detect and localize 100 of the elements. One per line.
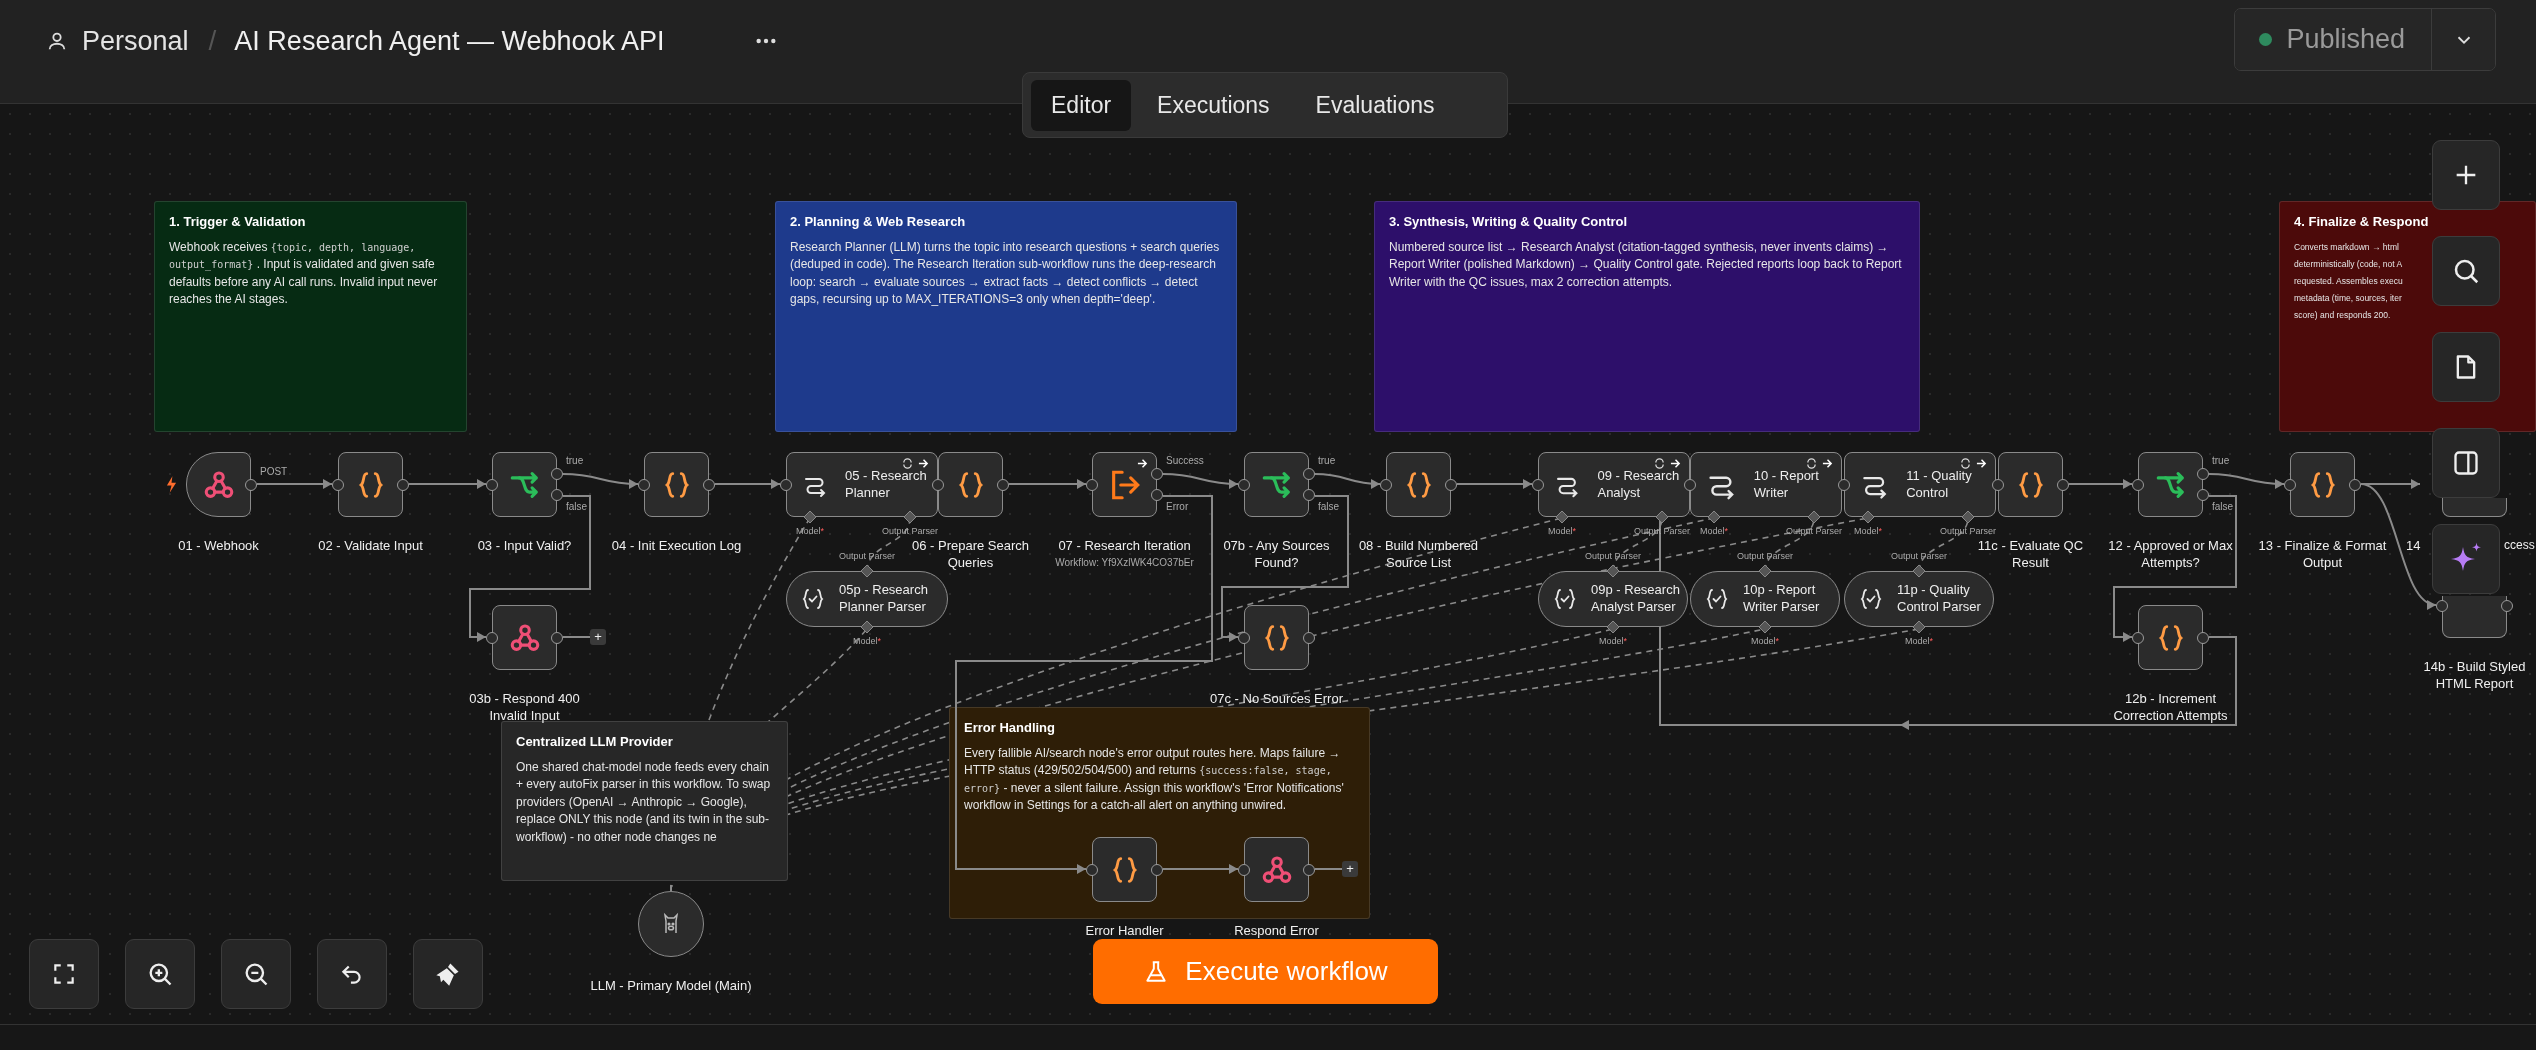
output-label: POST: [260, 464, 288, 479]
sticky-note[interactable]: 1. Trigger & Validation Webhook receives {topic, depth, language, output_format} . Input is validated and given safe defaults before any AI call runs. Invalid input never reaches the AI stages.: [154, 201, 467, 432]
workflow-node[interactable]: [2442, 596, 2507, 638]
output-label: false: [1318, 500, 1340, 514]
node-label: 04 - Init Execution Log: [611, 538, 742, 555]
workflow-node[interactable]: [338, 452, 403, 517]
zoom-out-button[interactable]: [221, 939, 291, 1009]
workflow-node[interactable]: 10p - Report Writer Parser: [1690, 571, 1840, 627]
workflow-node[interactable]: [938, 452, 1003, 517]
workflow-node[interactable]: [1244, 837, 1309, 902]
publish-button[interactable]: Published: [2235, 9, 2431, 70]
project-link[interactable]: Personal: [82, 25, 189, 57]
sticky-note[interactable]: [775, 201, 1237, 432]
note-text: Converts markdown → html deterministically (code, not A requested. Assembles execu metadata (time, sources, iter score) and responds 200.: [2294, 241, 2404, 322]
node-label: 10 - Report Writer: [1753, 467, 1820, 502]
connection-handle[interactable]: [904, 511, 916, 523]
handle-label: Model*: [1905, 635, 1933, 647]
connection-handle[interactable]: [1808, 511, 1820, 523]
zoom-in-button[interactable]: [125, 939, 195, 1009]
workflow-node[interactable]: 11 - Quality Control: [1844, 452, 1996, 517]
note-text: Every fallible AI/search node's error output routes here. Maps failure → HTTP status (429/502/504/500) and returns {success:false, stage, error} - never a silent failure. Assign this workflow's 'Error Notifications' workflow in Settings for a catch-all alert on anything unwired.: [964, 745, 1345, 815]
add-node-button[interactable]: +: [590, 629, 606, 645]
view-tab[interactable]: Executions: [1137, 79, 1290, 131]
workflow-title[interactable]: AI Research Agent — Webhook API: [234, 25, 665, 57]
node-label: 14: [2406, 538, 2421, 555]
workflow-node[interactable]: [186, 452, 251, 517]
connection-handle[interactable]: [804, 511, 816, 523]
workflow-node[interactable]: [2138, 605, 2203, 670]
connection-line: [714, 479, 781, 489]
note-title: 1. Trigger & Validation: [169, 214, 307, 229]
workflow-node[interactable]: [1386, 452, 1451, 517]
view-tab[interactable]: Evaluations: [1295, 79, 1455, 131]
loop-icon: [1960, 458, 1971, 469]
undo-button[interactable]: [317, 939, 387, 1009]
workflow-node[interactable]: [2290, 452, 2355, 517]
handle-label: Output Parser: [1737, 550, 1793, 562]
node-label: 07c - No Sources Error: [1210, 691, 1343, 708]
workflow-node[interactable]: [644, 452, 709, 517]
node-label: 01 - Webhook: [178, 538, 259, 555]
workflow-node[interactable]: [1092, 837, 1157, 902]
node-label: 09 - Research Analyst: [1597, 467, 1681, 502]
node-label: 06 - Prepare Search Queries: [910, 538, 1031, 572]
connection-line: [1314, 473, 1381, 489]
connection-handle[interactable]: [1962, 511, 1974, 523]
sticky-note[interactable]: [1374, 201, 1920, 432]
panel-toggle-button[interactable]: [2432, 428, 2500, 498]
connection-handle[interactable]: [861, 621, 873, 633]
connection-handle[interactable]: [1708, 511, 1720, 523]
add-node-button[interactable]: +: [1342, 861, 1358, 877]
search-button[interactable]: [2432, 236, 2500, 306]
connection-handle[interactable]: [1759, 621, 1771, 633]
connection-handle[interactable]: [1607, 565, 1619, 577]
handle-label: Model*: [796, 525, 824, 537]
connection-handle[interactable]: [1913, 621, 1925, 633]
workflow-node[interactable]: 09p - Research Analyst Parser: [1538, 571, 1688, 627]
handle-label: Output Parser: [1891, 550, 1947, 562]
node-label: 02 - Validate Input: [318, 538, 423, 555]
workflow-node[interactable]: 11p - Quality Control Parser: [1844, 571, 1994, 627]
note-text: Numbered source list → Research Analyst (citation-tagged synthesis, never invents claims) → Report Writer (polished Markdown) → Quality Control gate. Rejected reports loop back to Report Writer with the QC issues, max 2 correction attempts.: [1389, 239, 1903, 291]
arrow-right-icon: [1976, 458, 1987, 469]
fit-view-icon: [51, 961, 77, 987]
workflow-node[interactable]: [1244, 605, 1309, 670]
more-icon[interactable]: [754, 37, 777, 45]
output-label: true: [1318, 454, 1336, 468]
sticky-note[interactable]: [501, 721, 788, 881]
tidy-up-button[interactable]: [413, 939, 483, 1009]
connection-handle[interactable]: [1556, 511, 1568, 523]
workflow-node[interactable]: 05p - Research Planner Parser: [786, 571, 948, 627]
note-title: 2. Planning & Web Research: [790, 214, 967, 229]
connection-handle[interactable]: [1607, 621, 1619, 633]
ai-assistant-button[interactable]: [2432, 524, 2500, 594]
workflow-node[interactable]: [492, 605, 557, 670]
node-label: 03 - Input Valid?: [477, 538, 572, 555]
connection-handle[interactable]: [1862, 511, 1874, 523]
node-label: 12 - Approved or Max Attempts?: [2107, 538, 2234, 572]
add-node-button[interactable]: [2432, 140, 2500, 210]
output-label: Error: [1166, 500, 1189, 514]
workflow-node[interactable]: [1998, 452, 2063, 517]
workflow-node[interactable]: [1244, 452, 1309, 517]
sticky-note-button[interactable]: [2432, 332, 2500, 402]
handle-label: Model*: [1700, 525, 1728, 537]
workflow-node[interactable]: [2138, 452, 2203, 517]
arrow-right-icon: [918, 458, 929, 469]
note-text: One shared chat-model node feeds every chain + every autoFix parser in this workflow. To swap providers (OpenAI → Anthropic → Google), replace ONLY this node (and its twin in the sub-workflow) - no other node changes ne: [516, 759, 772, 846]
node-label: 07 - Research Iteration: [1058, 538, 1191, 555]
view-tab[interactable]: Editor: [1031, 79, 1132, 131]
workflow-node[interactable]: [492, 452, 557, 517]
connection-handle[interactable]: [1759, 565, 1771, 577]
workflow-node[interactable]: 05 - Research Planner: [786, 452, 938, 517]
workflow-node[interactable]: [2442, 498, 2507, 517]
arrow-right-icon: [1137, 458, 1148, 469]
connection-handle[interactable]: [1656, 511, 1668, 523]
node-label: 11 - Quality Control: [1906, 467, 1973, 502]
workflow-node[interactable]: 09 - Research Analyst: [1538, 452, 1690, 517]
workflow-node[interactable]: [1092, 452, 1157, 517]
fit-view-button[interactable]: [29, 939, 99, 1009]
connection-handle[interactable]: [861, 565, 873, 577]
output-label: true: [2212, 454, 2230, 468]
connection-handle[interactable]: [1913, 565, 1925, 577]
workflow-node[interactable]: 10 - Report Writer: [1690, 452, 1842, 517]
